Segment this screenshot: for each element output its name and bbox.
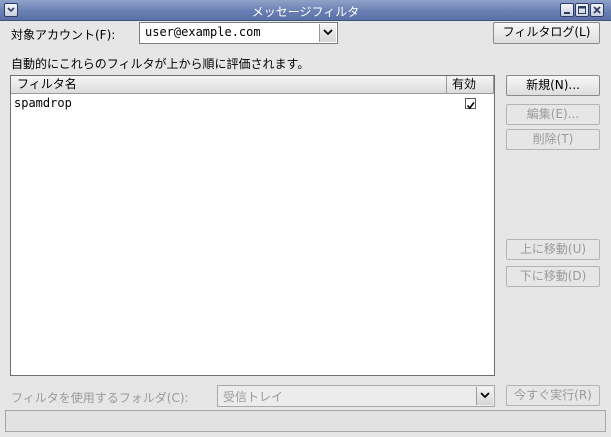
account-select[interactable]: user@example.com <box>139 22 338 44</box>
edit-filter-button[interactable]: 編集(E)... <box>506 104 600 125</box>
description-text: 自動的にこれらのフィルタが上から順に評価されます。 <box>11 57 310 71</box>
run-now-button[interactable]: 今すぐ実行(R) <box>506 385 600 406</box>
enabled-checkbox[interactable] <box>465 98 476 110</box>
move-down-button[interactable]: 下に移動(D) <box>506 266 600 287</box>
status-bar <box>5 410 606 432</box>
title-bar[interactable]: メッセージフィルタ <box>0 0 611 21</box>
folder-label: フィルタを使用するフォルダ(C): <box>11 391 189 405</box>
account-label: 対象アカウント(F): <box>11 28 116 42</box>
new-filter-button[interactable]: 新規(N)... <box>506 75 600 96</box>
close-icon[interactable] <box>590 3 604 17</box>
column-header-filter-name[interactable]: フィルタ名 <box>11 76 447 94</box>
window-title: メッセージフィルタ <box>251 5 360 19</box>
filter-name-cell: spamdrop <box>14 96 72 110</box>
chevron-down-icon[interactable] <box>476 387 493 405</box>
move-up-button[interactable]: 上に移動(U) <box>506 239 600 260</box>
minimize-icon[interactable] <box>560 3 574 17</box>
account-select-value: user@example.com <box>145 25 261 39</box>
folder-select[interactable]: 受信トレイ <box>217 385 495 407</box>
folder-select-value: 受信トレイ <box>223 390 284 404</box>
column-header-enabled[interactable]: 有効 <box>447 76 494 94</box>
filter-list[interactable]: フィルタ名 有効 spamdrop <box>10 75 495 376</box>
chevron-down-icon[interactable] <box>319 24 336 42</box>
table-row[interactable]: spamdrop <box>11 95 494 112</box>
filter-log-button[interactable]: フィルタログ(L) <box>493 22 600 44</box>
maximize-icon[interactable] <box>575 3 589 17</box>
delete-filter-button[interactable]: 削除(T) <box>506 129 600 150</box>
